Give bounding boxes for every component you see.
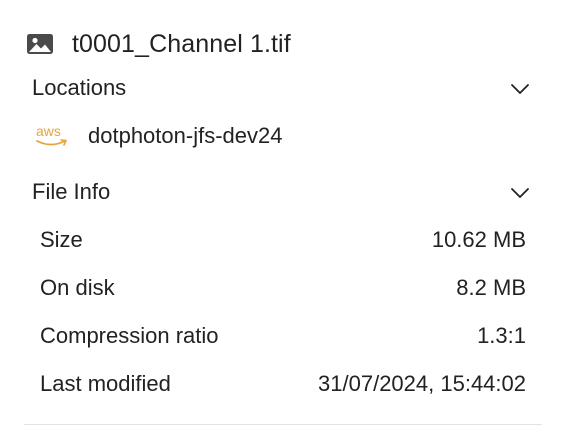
- info-label: Size: [40, 227, 83, 252]
- info-row-on-disk: On disk 8.2 MB: [40, 273, 526, 303]
- image-icon: [26, 33, 54, 55]
- info-value: 10.62 MB: [431, 227, 526, 252]
- locations-section-title: Locations: [32, 75, 127, 100]
- file-header: t0001_Channel 1.tif: [26, 28, 291, 60]
- info-label: Last modified: [40, 371, 171, 396]
- location-item[interactable]: aws dotphoton-jfs-dev24: [34, 120, 282, 152]
- locations-section-toggle[interactable]: Locations: [32, 73, 532, 103]
- divider: [24, 424, 542, 425]
- chevron-down-icon[interactable]: [510, 82, 530, 94]
- file-name: t0001_Channel 1.tif: [72, 29, 291, 58]
- info-row-compression-ratio: Compression ratio 1.3:1: [40, 321, 526, 351]
- info-label: Compression ratio: [40, 323, 219, 348]
- file-info-section-toggle[interactable]: File Info: [32, 177, 532, 207]
- file-info-section-title: File Info: [32, 179, 111, 204]
- aws-logo-icon: aws: [34, 122, 70, 150]
- info-row-size: Size 10.62 MB: [40, 225, 526, 255]
- location-name: dotphoton-jfs-dev24: [88, 123, 283, 148]
- info-row-last-modified: Last modified 31/07/2024, 15:44:02: [40, 369, 526, 399]
- info-value: 1.3:1: [477, 323, 526, 348]
- info-label: On disk: [40, 275, 115, 300]
- chevron-down-icon[interactable]: [510, 186, 530, 198]
- info-value: 31/07/2024, 15:44:02: [318, 371, 526, 396]
- svg-text:aws: aws: [36, 123, 61, 139]
- info-value: 8.2 MB: [456, 275, 526, 300]
- file-details-panel: t0001_Channel 1.tif Locations aws dotpho…: [0, 0, 578, 442]
